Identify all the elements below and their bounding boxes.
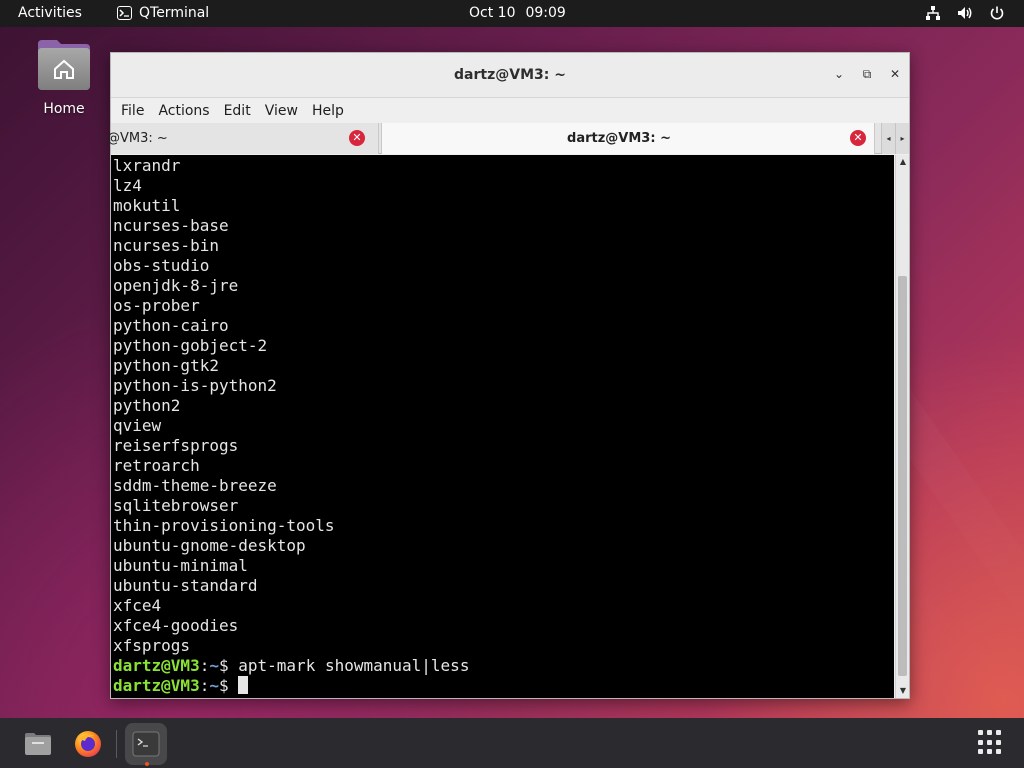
terminal-prompt-line: dartz@VM3:~$ apt-mark showmanual|less: [113, 656, 894, 676]
terminal-line: ubuntu-minimal: [113, 556, 248, 575]
close-icon[interactable]: ✕: [889, 67, 901, 81]
tab-inactive[interactable]: @VM3: ~ ✕: [107, 123, 379, 154]
home-label: Home: [43, 101, 85, 117]
terminal-app-icon: [117, 6, 132, 20]
window-title: dartz@VM3: ~: [454, 67, 566, 83]
terminal-line: python-gobject-2: [113, 336, 268, 355]
prompt-user: dartz@VM3: [113, 656, 200, 675]
terminal-line: ubuntu-gnome-desktop: [113, 536, 306, 555]
prompt-symbol: $: [218, 656, 229, 675]
home-folder-icon: [35, 38, 93, 92]
network-icon[interactable]: [924, 4, 942, 22]
terminal-line: xfce4: [113, 596, 162, 615]
terminal-prompt-line: dartz@VM3:~$: [113, 676, 894, 696]
terminal-line: mokutil: [113, 196, 181, 215]
window-titlebar[interactable]: dartz@VM3: ~ ⌄ ⧉ ✕: [111, 53, 909, 98]
scrollbar-thumb[interactable]: [898, 275, 907, 676]
prompt-separator: :: [199, 676, 210, 695]
maximize-icon[interactable]: ⧉: [861, 67, 873, 81]
terminal-line: python-cairo: [113, 316, 229, 335]
prompt-command: [229, 676, 239, 695]
terminal-line: ncurses-bin: [113, 236, 219, 255]
terminal-line: thin-provisioning-tools: [113, 516, 335, 535]
tab-close-icon[interactable]: ✕: [850, 130, 866, 146]
terminal-line: xfce4-goodies: [113, 616, 239, 635]
menu-actions[interactable]: Actions: [158, 103, 216, 119]
clock-time: 09:09: [525, 5, 566, 21]
terminal-scrollbar[interactable]: ▲ ▼: [895, 155, 909, 698]
files-dock-icon[interactable]: [17, 723, 59, 765]
terminal-line: retroarch: [113, 456, 200, 475]
tab-close-icon[interactable]: ✕: [349, 130, 365, 146]
app-menu[interactable]: QTerminal: [117, 5, 209, 21]
prompt-path: ~: [209, 656, 219, 675]
menu-edit[interactable]: Edit: [224, 103, 258, 119]
terminal-line: sqlitebrowser: [113, 496, 239, 515]
system-tray[interactable]: [924, 4, 1006, 22]
volume-icon[interactable]: [956, 4, 974, 22]
terminal-line: openjdk-8-jre: [113, 276, 239, 295]
window-controls: ⌄ ⧉ ✕: [833, 67, 901, 81]
terminal-line: python-gtk2: [113, 356, 219, 375]
menu-help[interactable]: Help: [312, 103, 351, 119]
minimize-icon[interactable]: ⌄: [833, 67, 845, 81]
dock-separator: [116, 730, 117, 758]
prompt-symbol: $: [218, 676, 229, 695]
menu-view[interactable]: View: [265, 103, 305, 119]
terminal-line: sddm-theme-breeze: [113, 476, 277, 495]
terminal-line: ubuntu-standard: [113, 576, 258, 595]
prompt-user: dartz@VM3: [113, 676, 200, 695]
terminal-line: python2: [113, 396, 181, 415]
terminal-line: python-is-python2: [113, 376, 277, 395]
clock[interactable]: Oct 10 09:09: [469, 5, 566, 21]
terminal-line: os-prober: [113, 296, 200, 315]
activities-button[interactable]: Activities: [18, 5, 82, 21]
prompt-command: apt-mark showmanual|less: [228, 656, 470, 675]
tab-scroll-right-icon[interactable]: ▸: [895, 123, 909, 154]
prompt-path: ~: [209, 676, 219, 695]
terminal-line: lxrandr: [113, 156, 181, 175]
desktop-home-icon[interactable]: Home: [32, 38, 96, 117]
terminal-line: qview: [113, 416, 162, 435]
terminal-line: xfsprogs: [113, 636, 191, 655]
app-menu-label: QTerminal: [139, 5, 210, 21]
text-cursor: [238, 676, 249, 694]
scroll-up-icon[interactable]: ▲: [896, 155, 910, 169]
terminal-line: reiserfsprogs: [113, 436, 239, 455]
top-bar: Activities QTerminal Oct 10 09:09: [0, 0, 1024, 27]
terminal-line: obs-studio: [113, 256, 210, 275]
tab-label: @VM3: ~: [107, 131, 168, 146]
tab-active[interactable]: dartz@VM3: ~ ✕: [381, 123, 875, 154]
scroll-down-icon[interactable]: ▼: [896, 684, 910, 698]
menu-file[interactable]: File: [121, 103, 151, 119]
clock-date: Oct 10: [469, 5, 516, 21]
qterminal-window: dartz@VM3: ~ ⌄ ⧉ ✕ File Actions Edit Vie…: [107, 52, 910, 699]
terminal-output[interactable]: lxrandr lz4 mokutil ncurses-base ncurses-bin…: [111, 155, 894, 698]
terminal-line: ncurses-base: [113, 216, 229, 235]
menu-bar: File Actions Edit View Help: [111, 98, 909, 123]
dock: [0, 718, 1024, 768]
terminal-dock-icon[interactable]: [125, 723, 167, 765]
tab-label: dartz@VM3: ~: [567, 131, 671, 146]
power-icon[interactable]: [988, 4, 1006, 22]
firefox-dock-icon[interactable]: [67, 723, 109, 765]
show-apps-icon[interactable]: [978, 730, 1004, 756]
prompt-separator: :: [199, 656, 210, 675]
running-indicator: [145, 762, 149, 766]
terminal-line: lz4: [113, 176, 142, 195]
tab-scroll-left-icon[interactable]: ◂: [881, 123, 895, 154]
tab-bar: @VM3: ~ ✕ dartz@VM3: ~ ✕ ◂ ▸: [107, 123, 909, 154]
